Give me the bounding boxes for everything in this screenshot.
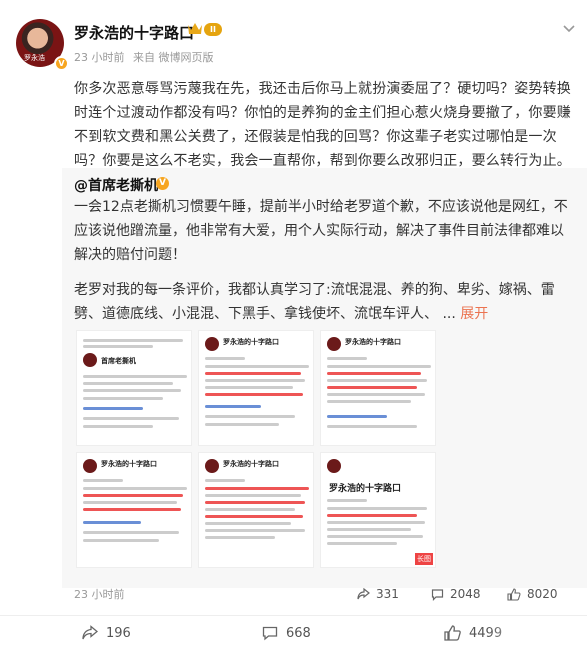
comment-count: 668: [286, 625, 311, 641]
repost-share-button[interactable]: 331: [357, 587, 399, 601]
verified-badge: V: [54, 56, 69, 71]
fade-overlay: [487, 616, 587, 651]
like-icon: [444, 625, 461, 641]
thumb-author: 罗永浩的十字路口: [345, 338, 401, 346]
share-icon: [357, 587, 370, 599]
long-image-tag: 长图: [415, 553, 433, 565]
repost-comment-button[interactable]: 2048: [431, 587, 481, 601]
repost-like-count: 8020: [527, 587, 558, 601]
share-count: 196: [106, 625, 131, 641]
avatar-tag: 罗永浩: [24, 54, 45, 62]
crown-icon: [188, 23, 202, 34]
chevron-down-icon[interactable]: [562, 24, 576, 34]
image-thumb[interactable]: 罗永浩的十字路口: [198, 330, 314, 446]
comment-icon: [262, 626, 278, 641]
thumb-author: 罗永浩的十字路口: [223, 338, 279, 346]
image-thumb[interactable]: 首席老撕机: [76, 330, 192, 446]
author-name[interactable]: 罗永浩的十字路口: [74, 22, 194, 43]
repost-time[interactable]: 23 小时前: [74, 586, 125, 602]
thumb-author: 罗永浩的十字路口: [329, 484, 402, 494]
post-header: 罗永浩 V 罗永浩的十字路口 II 23 小时前 来自 微博网页版: [16, 16, 576, 74]
post-text: 你多次恶意辱骂污蔑我在先，我还击后你马上就扮演委屈了？硬切吗？姿势转换时连个过渡…: [74, 81, 571, 169]
repost-text-2: 老罗对我的每一条评价，我都认真学习了:流氓混混、养的狗、卑劣、嫁祸、雷劈、道德底…: [74, 278, 574, 326]
thumb-author: 罗永浩的十字路口: [101, 460, 157, 468]
repost-text: 一会12点老撕机习惯要午睡，提前半小时给老罗道个歉，不应该说他是网红，不应该说他…: [74, 199, 568, 263]
share-button[interactable]: 196: [82, 625, 131, 641]
like-icon: [507, 587, 521, 601]
post-source: 来自 微博网页版: [133, 51, 214, 64]
avatar: [205, 459, 219, 473]
expand-link[interactable]: 展开: [460, 306, 488, 322]
comment-icon: [431, 588, 444, 601]
post-time[interactable]: 23 小时前: [74, 51, 125, 64]
avatar: [205, 337, 219, 351]
thumb-author: 首席老撕机: [101, 357, 136, 365]
avatar: [83, 353, 97, 367]
share-icon: [82, 625, 98, 640]
repost-actions: 331 2048 8020: [357, 580, 587, 608]
image-thumb[interactable]: 罗永浩的十字路口: [198, 452, 314, 568]
level-badge: II: [204, 23, 222, 36]
repost-author[interactable]: @首席老撕机: [74, 175, 158, 195]
post-meta: 23 小时前 来自 微博网页版: [74, 49, 219, 65]
repost-card[interactable]: @首席老撕机 V 一会12点老撕机习惯要午睡，提前半小时给老罗道个歉，不应该说他…: [62, 168, 587, 588]
repost-like-button[interactable]: 8020: [507, 587, 558, 601]
image-thumb[interactable]: 罗永浩的十字路口: [320, 330, 436, 446]
repost-comment-count: 2048: [450, 587, 481, 601]
avatar: [83, 459, 97, 473]
repost-share-count: 331: [376, 587, 399, 601]
comment-button[interactable]: 668: [262, 625, 311, 641]
thumb-author: 罗永浩的十字路口: [223, 460, 279, 468]
verified-badge: V: [156, 177, 169, 190]
image-thumb[interactable]: 罗永浩的十字路口 长图: [320, 452, 436, 568]
avatar: [327, 337, 341, 351]
avatar: [327, 459, 341, 473]
image-thumb[interactable]: 罗永浩的十字路口: [76, 452, 192, 568]
